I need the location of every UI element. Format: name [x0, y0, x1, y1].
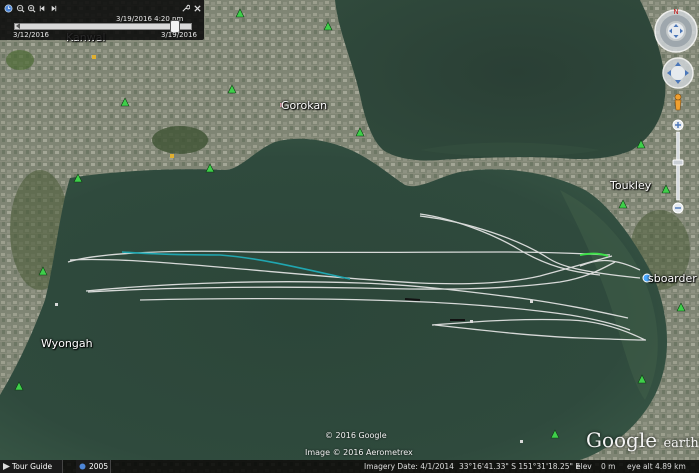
tour-guide-tab[interactable]: Tour Guide	[0, 460, 63, 473]
street-view-pegman-icon[interactable]	[674, 93, 682, 111]
look-control[interactable]: N	[654, 8, 698, 53]
year-label: 2005	[89, 462, 109, 471]
place-label-toukley[interactable]: Toukley	[610, 179, 651, 192]
time-slider-track[interactable]	[14, 23, 192, 30]
start-date-label: 3/12/2016	[13, 31, 49, 39]
status-bar: Tour Guide 2005 Imagery Date: 4/1/2014 3…	[0, 460, 699, 473]
google-earth-view[interactable]: Kanwal Gorokan Toukley Wyongah sboarder …	[0, 0, 699, 473]
navigation-controls[interactable]: N	[649, 0, 699, 310]
time-icon[interactable]	[4, 4, 13, 13]
move-control[interactable]	[662, 57, 694, 89]
imagery-date: Imagery Date: 4/1/2014	[364, 462, 454, 471]
logo-google: Google	[586, 428, 658, 452]
clock-icon	[79, 463, 86, 470]
zoom-in-icon[interactable]	[27, 4, 36, 13]
zoom-thumb[interactable]	[672, 159, 684, 166]
wrench-icon[interactable]	[181, 4, 190, 13]
copyright-text: © 2016 Google	[325, 431, 387, 440]
tour-guide-icon	[3, 463, 10, 470]
slider-left-arrow-icon[interactable]	[15, 23, 21, 29]
historical-imagery-tab[interactable]: 2005	[76, 460, 111, 473]
eye-altitude: eye alt 4.89 km	[627, 462, 686, 471]
logo-earth: earth	[663, 436, 699, 451]
vegetation-patch	[6, 50, 34, 70]
close-icon[interactable]	[193, 4, 202, 13]
satellite-map[interactable]	[0, 0, 699, 473]
coordinates: 33°16'41.33" S 151°31'18.25" E	[459, 462, 581, 471]
place-label-wyongah[interactable]: Wyongah	[41, 337, 93, 350]
vegetation-patch	[152, 126, 208, 154]
north-icon: N	[673, 8, 678, 16]
end-date-label: 3/19/2016	[161, 31, 197, 39]
zoom-slider[interactable]	[672, 119, 684, 214]
zoom-out-icon[interactable]	[16, 4, 25, 13]
zoom-track[interactable]	[676, 131, 680, 201]
tour-guide-label: Tour Guide	[12, 462, 53, 471]
step-back-icon[interactable]	[38, 4, 47, 13]
elevation-label: elev	[576, 462, 592, 471]
time-slider-panel: 3/19/2016 4:20 pm 3/12/2016 3/19/2016	[0, 0, 204, 40]
elevation-value: 0 m	[601, 462, 616, 471]
imagery-credit: Image © 2016 Aerometrex	[305, 448, 413, 457]
google-earth-logo: Google earth	[586, 428, 699, 452]
place-label-gorokan[interactable]: Gorokan	[281, 99, 327, 112]
upper-bay	[335, 0, 666, 161]
track-gap	[404, 298, 421, 301]
step-forward-icon[interactable]	[49, 4, 58, 13]
